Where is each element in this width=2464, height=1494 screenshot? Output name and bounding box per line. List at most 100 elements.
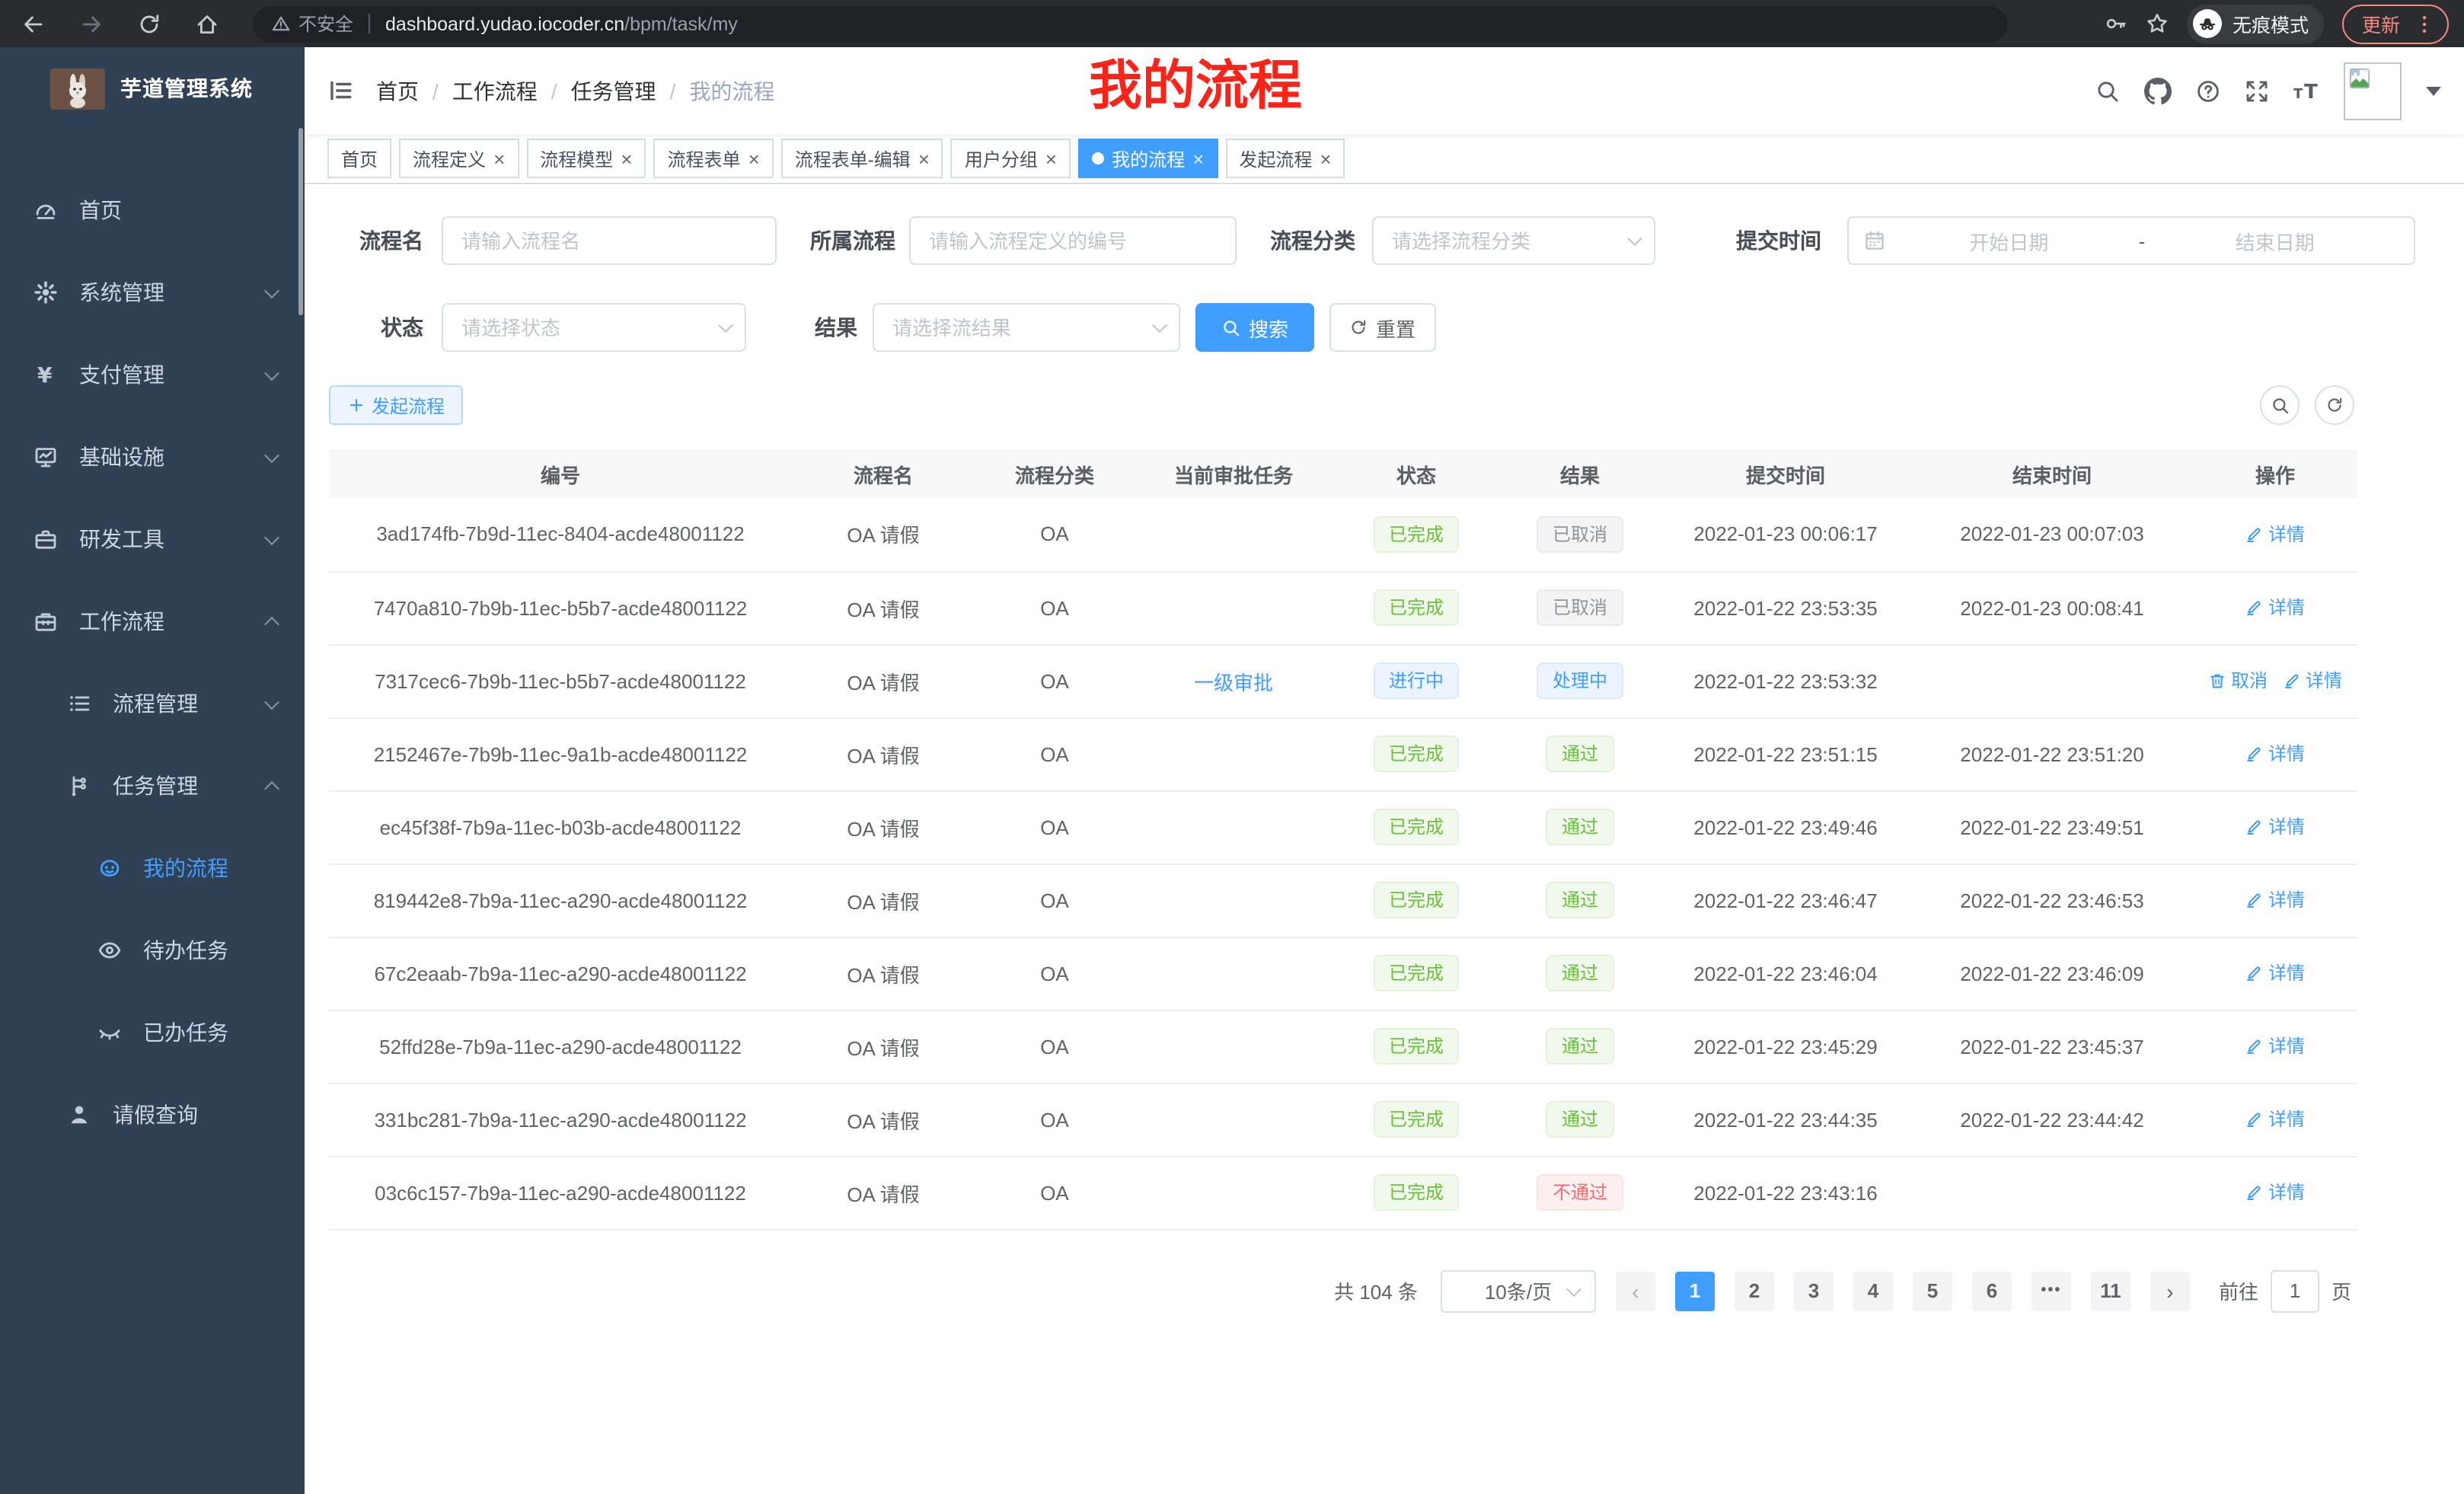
cell-end-time: 2022-01-22 23:46:09 [1911, 937, 2193, 1010]
avatar[interactable] [2344, 62, 2402, 120]
font-size-icon[interactable]: TT [2293, 78, 2319, 103]
tab-label: 用户分组 [965, 145, 1038, 171]
reset-button[interactable]: 重置 [1329, 303, 1436, 352]
address-bar[interactable]: 不安全 dashboard.yudao.iocoder.cn/bpm/task/… [253, 5, 2007, 42]
sidebar-item-10[interactable]: 已办任务 [0, 991, 305, 1074]
close-icon[interactable]: × [918, 148, 930, 168]
cell-name: OA 请假 [792, 644, 975, 717]
close-icon[interactable]: × [1045, 148, 1057, 168]
page-button-4[interactable]: 4 [1853, 1271, 1893, 1310]
logo-link[interactable]: 芋道管理系统 [0, 47, 305, 129]
sidebar-scrollbar[interactable] [298, 128, 303, 315]
result-select[interactable] [873, 303, 1180, 352]
search-button[interactable]: 搜索 [1195, 303, 1314, 352]
browser-home-icon[interactable] [189, 5, 225, 42]
page-button-2[interactable]: 2 [1735, 1271, 1774, 1310]
tab-流程模型[interactable]: 流程模型 × [526, 139, 646, 178]
sidebar-item-8[interactable]: 我的流程 [0, 827, 305, 909]
browser-update-button[interactable]: 更新 [2342, 4, 2449, 43]
close-icon[interactable]: × [493, 148, 505, 168]
detail-link[interactable]: 详情 [2245, 960, 2305, 986]
tab-发起流程[interactable]: 发起流程 × [1225, 139, 1345, 178]
browser-menu-icon[interactable] [2414, 13, 2435, 34]
sidebar-item-label: 基础设施 [79, 442, 164, 472]
page-button-3[interactable]: 3 [1794, 1271, 1834, 1310]
password-key-icon[interactable] [2105, 12, 2127, 35]
breadcrumb-item[interactable]: 首页 [376, 75, 419, 106]
sidebar-item-11[interactable]: 请假查询 [0, 1074, 305, 1156]
create-process-button[interactable]: 发起流程 [329, 385, 463, 425]
status-select[interactable] [442, 303, 746, 352]
sidebar-item-6[interactable]: 流程管理 [0, 662, 305, 745]
detail-link[interactable]: 详情 [2245, 1106, 2305, 1132]
tab-首页[interactable]: 首页 [327, 139, 391, 178]
sidebar-item-7[interactable]: 任务管理 [0, 745, 305, 827]
process-name-input[interactable] [442, 216, 777, 265]
detail-link[interactable]: 详情 [2245, 595, 2305, 621]
page-size-select[interactable]: 10条/页 [1441, 1269, 1596, 1312]
sidebar-item-1[interactable]: 系统管理 [0, 251, 305, 334]
more-pages-button[interactable]: ••• [2032, 1271, 2071, 1310]
refresh-table-button[interactable] [2315, 385, 2354, 425]
incognito-chip[interactable]: 无痕模式 [2187, 4, 2324, 43]
detail-link[interactable]: 详情 [2283, 668, 2342, 694]
breadcrumb-item[interactable]: 任务管理 [571, 75, 656, 106]
tab-流程表单-编辑[interactable]: 流程表单-编辑 × [781, 139, 943, 178]
edit-icon [2245, 525, 2264, 543]
breadcrumb-separator: / [670, 78, 676, 103]
filter-category-label: 流程分类 [1255, 225, 1355, 256]
sidebar-item-3[interactable]: 基础设施 [0, 416, 305, 498]
goto-page-input[interactable] [2271, 1269, 2319, 1312]
browser-forward-icon[interactable] [73, 5, 110, 42]
tab-label: 流程定义 [413, 145, 486, 171]
detail-link[interactable]: 详情 [2245, 521, 2305, 547]
page-button-6[interactable]: 6 [1972, 1271, 2012, 1310]
page-button-1[interactable]: 1 [1675, 1271, 1715, 1310]
help-icon[interactable] [2196, 78, 2220, 103]
cell-category: OA [975, 1156, 1135, 1229]
page-button-5[interactable]: 5 [1913, 1271, 1952, 1310]
tab-流程定义[interactable]: 流程定义 × [399, 139, 519, 178]
cell-task [1135, 1156, 1333, 1229]
detail-link[interactable]: 详情 [2245, 887, 2305, 913]
breadcrumb-item[interactable]: 工作流程 [452, 75, 538, 106]
cell-actions: 详情 [2193, 864, 2357, 937]
show-search-button[interactable] [2260, 385, 2300, 425]
chevron-down-icon[interactable] [2426, 86, 2441, 95]
sidebar-item-5[interactable]: 工作流程 [0, 580, 305, 662]
fullscreen-icon[interactable] [2245, 78, 2269, 103]
prev-page-button[interactable]: ‹ [1616, 1271, 1655, 1310]
detail-link[interactable]: 详情 [2245, 814, 2305, 840]
tab-用户分组[interactable]: 用户分组 × [951, 139, 1071, 178]
tab-流程表单[interactable]: 流程表单 × [653, 139, 773, 178]
next-page-button[interactable]: › [2150, 1271, 2190, 1310]
sidebar-item-4[interactable]: 研发工具 [0, 498, 305, 580]
close-icon[interactable]: × [748, 148, 760, 168]
page-content: 流程名 所属流程 流程分类 提交时间 [305, 184, 2464, 1494]
cell-actions: 详情 [2193, 498, 2357, 571]
date-range-picker[interactable]: 开始日期 - 结束日期 [1847, 216, 2415, 265]
detail-link[interactable]: 详情 [2245, 1033, 2305, 1059]
detail-link[interactable]: 详情 [2245, 1180, 2305, 1205]
cancel-link[interactable]: 取消 [2208, 668, 2268, 694]
process-definition-input[interactable] [909, 216, 1237, 265]
sidebar-item-0[interactable]: 首页 [0, 169, 305, 251]
sidebar-collapse-icon[interactable] [327, 78, 353, 104]
header-search-icon[interactable] [2095, 78, 2120, 103]
browser-reload-icon[interactable] [131, 5, 168, 42]
sidebar-item-9[interactable]: 待办任务 [0, 909, 305, 991]
close-icon[interactable]: × [1320, 148, 1331, 168]
browser-back-icon[interactable] [15, 5, 52, 42]
close-icon[interactable]: × [1192, 148, 1204, 168]
sidebar-item-2[interactable]: ¥ 支付管理 [0, 334, 305, 416]
tab-我的流程[interactable]: 我的流程 × [1078, 139, 1218, 178]
close-icon[interactable]: × [621, 148, 632, 168]
github-icon[interactable] [2144, 77, 2172, 104]
chevron-down-icon [264, 283, 279, 298]
category-select[interactable] [1372, 216, 1655, 265]
cell-task [1135, 1083, 1333, 1156]
task-link[interactable]: 一级审批 [1194, 671, 1273, 694]
detail-link[interactable]: 详情 [2245, 741, 2305, 767]
page-button-11[interactable]: 11 [2091, 1271, 2130, 1310]
bookmark-star-icon[interactable] [2146, 12, 2169, 35]
